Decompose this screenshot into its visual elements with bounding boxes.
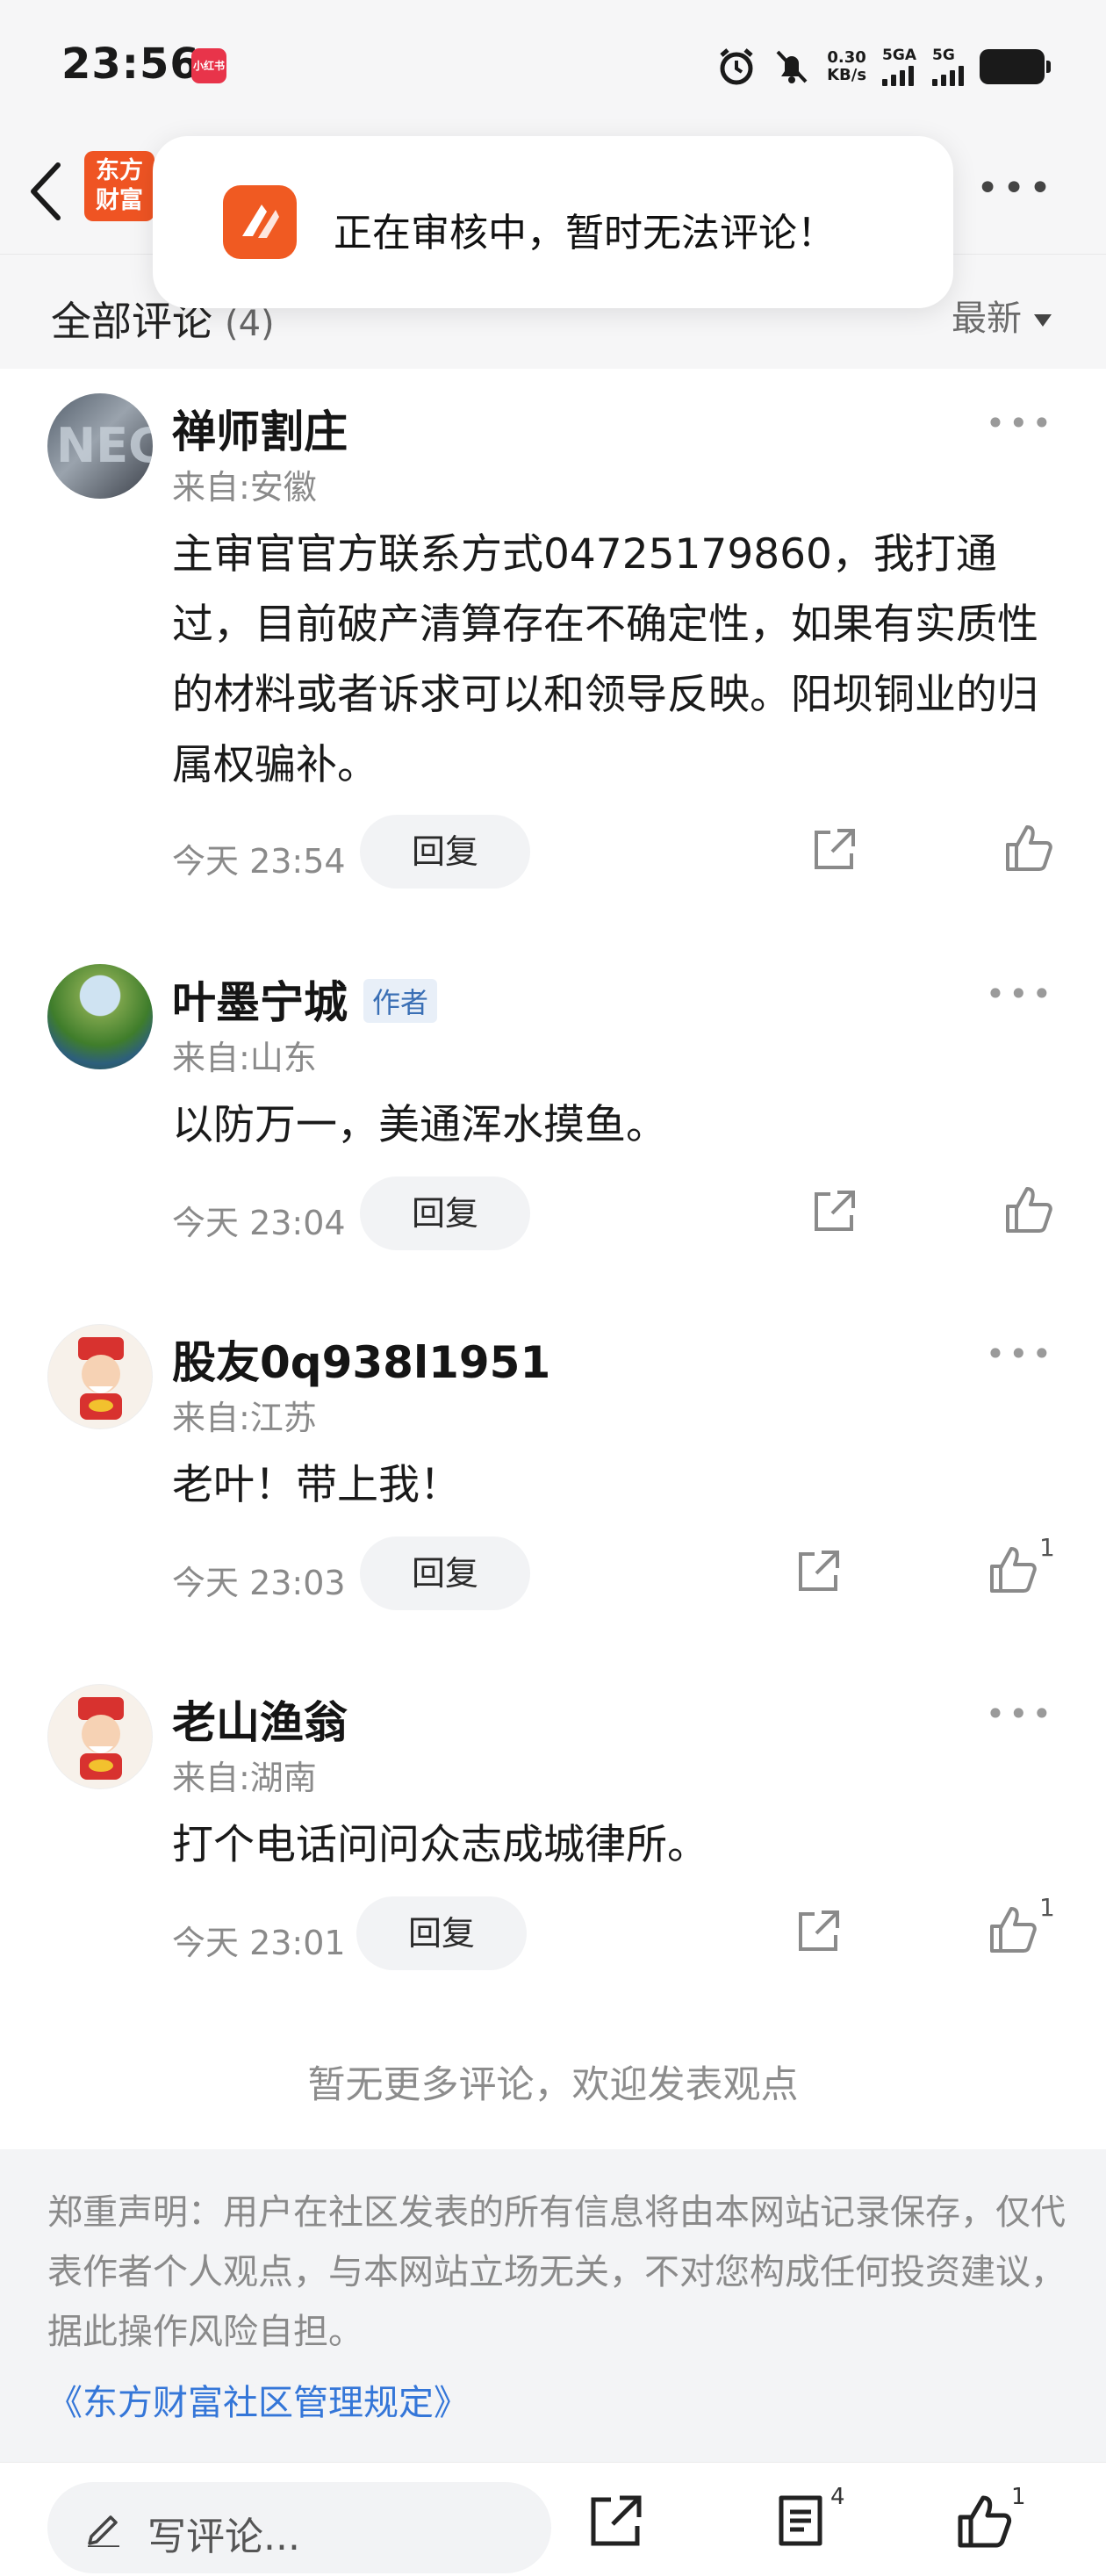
username[interactable]: 叶墨宁城 作者 [172, 968, 438, 1031]
comment-time: 今天 23:54 [172, 842, 346, 881]
comment-more-icon[interactable]: ••• [986, 404, 1055, 443]
user-location: 来自:湖南 [172, 1759, 317, 1797]
comment-more-icon[interactable]: ••• [986, 1695, 1055, 1733]
username[interactable]: 老山渔翁 [172, 1687, 348, 1751]
user-location: 来自:山东 [172, 1039, 317, 1077]
review-toast: 正在审核中，暂时无法评论！ [153, 136, 953, 308]
comment-more-icon[interactable]: ••• [986, 975, 1055, 1013]
eastmoney-app-icon [223, 185, 297, 259]
toast-message: 正在审核中，暂时无法评论！ [334, 211, 836, 255]
reply-button[interactable]: 回复 [356, 1896, 527, 1970]
comment-count: (4) [225, 304, 275, 344]
username[interactable]: 禅师割庄 [172, 397, 348, 460]
username[interactable]: 股友0q938l1951 [172, 1328, 550, 1391]
user-location: 来自:江苏 [172, 1399, 317, 1437]
share-icon[interactable] [586, 2493, 644, 2551]
avatar[interactable] [47, 1324, 153, 1429]
app-notification-icon: 小红书 [191, 48, 226, 83]
comment-more-icon[interactable]: ••• [986, 1335, 1055, 1373]
comment-text: 打个电话问问众志成城律所。 [172, 1821, 708, 1869]
signal-bars-icon [932, 63, 964, 86]
disclaimer-panel: 郑重声明：用户在社区发表的所有信息将由本网站记录保存，仅代表作者个人观点，与本网… [0, 2149, 1106, 2462]
share-icon[interactable] [809, 825, 858, 874]
battery-icon [980, 49, 1051, 84]
signal-bars-icon [882, 63, 915, 86]
signal-sim2: 5G [932, 47, 964, 86]
avatar[interactable]: NEC [47, 393, 153, 499]
share-icon[interactable] [809, 1187, 858, 1236]
status-time: 23:56 [61, 40, 200, 89]
alarm-icon [720, 48, 753, 85]
comment-text: 以防万一，美通浑水摸鱼。 [172, 1101, 667, 1149]
share-icon[interactable] [794, 1547, 843, 1596]
thumbs-up-icon[interactable] [1002, 1184, 1055, 1236]
bottom-action-bar: 写评论... 4 1 [0, 2462, 1106, 2576]
reply-button[interactable]: 回复 [360, 815, 530, 889]
author-badge: 作者 [363, 979, 438, 1023]
thumbs-up-icon[interactable] [987, 1903, 1039, 1956]
comment-text: 主审官官方联系方式04725179860，我打通过，目前破产清算存在不确定性，如… [172, 530, 1038, 789]
status-icons: 0.30 KB/s 5GA 5G [716, 42, 1051, 91]
write-comment-input[interactable]: 写评论... [47, 2482, 551, 2573]
svg-text:NEC: NEC [56, 418, 153, 473]
community-rules-link[interactable]: 《东方财富社区管理规定》 [47, 2374, 469, 2425]
no-more-comments: 暂无更多评论，欢迎发表观点 [307, 2063, 799, 2107]
avatar[interactable] [47, 1684, 153, 1789]
comment-time: 今天 23:04 [172, 1204, 346, 1242]
reply-button[interactable]: 回复 [360, 1536, 530, 1610]
like-count: 1 [1039, 1533, 1055, 1562]
thumbs-up-icon[interactable] [1002, 822, 1055, 874]
like-count: 1 [1039, 1893, 1055, 1922]
more-horizontal-icon[interactable]: ••• [976, 169, 1055, 208]
comment-time: 今天 23:03 [172, 1564, 346, 1602]
share-icon[interactable] [794, 1907, 843, 1956]
write-comment-placeholder: 写评论... [147, 2515, 300, 2559]
pencil-icon [88, 2515, 119, 2547]
comments-list-icon[interactable] [774, 2493, 832, 2551]
signal-sim1: 5GA [882, 47, 916, 86]
status-bar: 23:56 小红书 0.30 KB/s 5GA 5G [0, 0, 1106, 132]
network-speed: 0.30 KB/s [827, 48, 867, 84]
sort-dropdown[interactable]: 最新 [952, 290, 1052, 341]
reply-button[interactable]: 回复 [360, 1176, 530, 1250]
bell-muted-icon [776, 50, 808, 83]
avatar[interactable] [47, 964, 153, 1069]
comment-text: 老叶！带上我！ [172, 1461, 461, 1509]
comment-count-badge: 4 [830, 2484, 845, 2510]
thumbs-up-icon[interactable] [955, 2493, 1013, 2551]
like-count-badge: 1 [1011, 2484, 1026, 2510]
comment-time: 今天 23:01 [172, 1924, 346, 1962]
chevron-left-icon[interactable] [21, 156, 74, 227]
eastmoney-logo[interactable]: 东方 财富 [84, 151, 154, 221]
thumbs-up-icon[interactable] [987, 1543, 1039, 1596]
user-location: 来自:安徽 [172, 468, 317, 507]
disclaimer-text: 郑重声明：用户在社区发表的所有信息将由本网站记录保存，仅代表作者个人观点，与本网… [47, 2192, 1066, 2352]
